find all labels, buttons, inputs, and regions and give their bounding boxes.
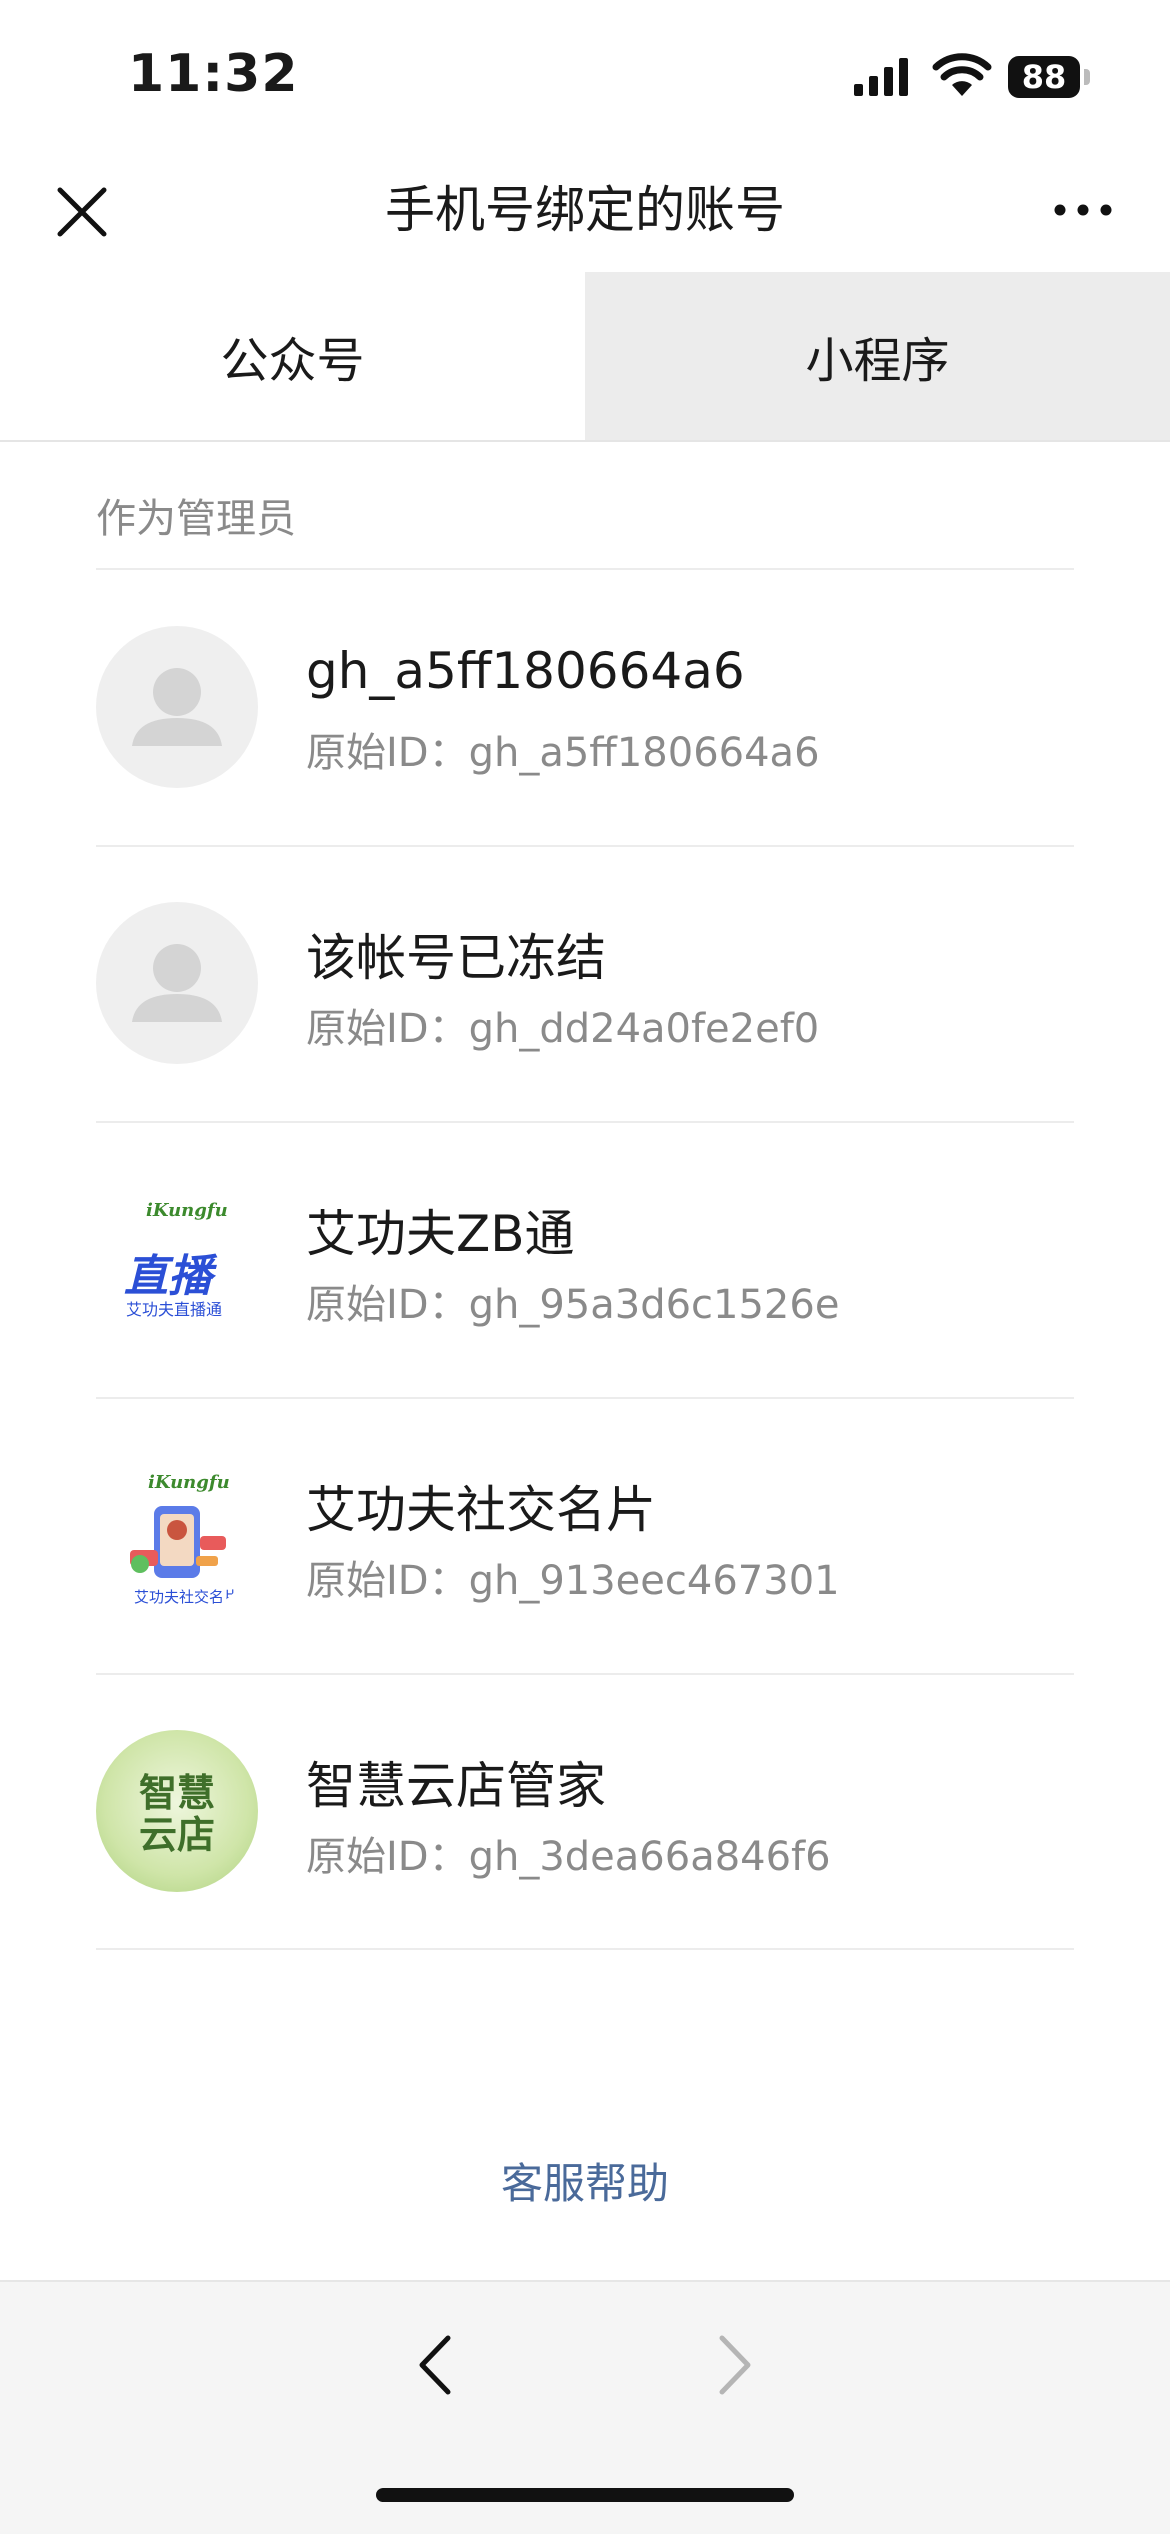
customer-service-help-link[interactable]: 客服帮助: [0, 2150, 1170, 2211]
account-row[interactable]: iKungfu 直播 艾功夫直播通 艾功夫ZB通 原始ID：gh_95a3d6c…: [96, 1122, 1074, 1398]
account-name: 该帐号已冻结: [306, 929, 606, 987]
account-name: 艾功夫社交名片: [306, 1481, 656, 1539]
forward-arrow-icon[interactable]: [710, 2330, 760, 2400]
more-options-icon[interactable]: [1052, 200, 1114, 220]
default-avatar-icon: [96, 626, 258, 788]
tab-mini-programs[interactable]: 小程序: [585, 272, 1170, 440]
logo-main-text: 直播: [124, 1251, 212, 1302]
tab-official-accounts[interactable]: 公众号: [0, 272, 585, 440]
default-avatar-icon: [96, 902, 258, 1064]
tab-bar: 公众号 小程序: [0, 272, 1170, 442]
account-row[interactable]: gh_a5ff180664a6 原始ID：gh_a5ff180664a6: [96, 570, 1074, 846]
navigation-bar: 手机号绑定的账号: [0, 150, 1170, 272]
account-row[interactable]: iKungfu 艾功夫社交名片 艾功夫社交名片 原始ID：gh_913eec46…: [96, 1398, 1074, 1674]
battery-icon: 88: [1008, 56, 1092, 98]
social-card-logo: iKungfu 艾功夫社交名片: [96, 1454, 258, 1616]
cellular-signal-icon: [854, 58, 908, 96]
zb-logo: iKungfu 直播 艾功夫直播通: [96, 1178, 258, 1340]
account-original-id: 原始ID：gh_dd24a0fe2ef0: [306, 1006, 820, 1052]
wifi-icon: [932, 53, 992, 96]
divider: [96, 1948, 1074, 1950]
account-name: gh_a5ff180664a6: [306, 642, 745, 700]
home-indicator[interactable]: [376, 2488, 794, 2502]
back-arrow-icon[interactable]: [410, 2330, 460, 2400]
logo-main-text: 智慧云店: [138, 1771, 215, 1857]
logo-sub-text: 艾功夫直播通: [126, 1300, 223, 1319]
section-header: 作为管理员: [96, 496, 296, 542]
battery-level: 88: [1008, 56, 1080, 98]
account-original-id: 原始ID：gh_913eec467301: [306, 1558, 840, 1604]
status-time: 11:32: [128, 44, 299, 104]
logo-sub-text: 艾功夫社交名片: [134, 1588, 240, 1606]
account-name: 智慧云店管家: [306, 1757, 606, 1815]
page-title: 手机号绑定的账号: [385, 181, 785, 239]
logo-brand-text: iKungfu: [146, 1200, 228, 1221]
status-bar: 11:32 88: [0, 0, 1170, 150]
account-original-id: 原始ID：gh_a5ff180664a6: [306, 730, 820, 776]
smart-store-logo: 智慧云店: [96, 1730, 258, 1892]
account-original-id: 原始ID：gh_95a3d6c1526e: [306, 1282, 840, 1328]
account-original-id: 原始ID：gh_3dea66a846f6: [306, 1834, 831, 1880]
account-row[interactable]: 智慧云店 智慧云店管家 原始ID：gh_3dea66a846f6: [96, 1674, 1074, 1950]
account-row[interactable]: 该帐号已冻结 原始ID：gh_dd24a0fe2ef0: [96, 846, 1074, 1122]
account-name: 艾功夫ZB通: [306, 1205, 575, 1263]
